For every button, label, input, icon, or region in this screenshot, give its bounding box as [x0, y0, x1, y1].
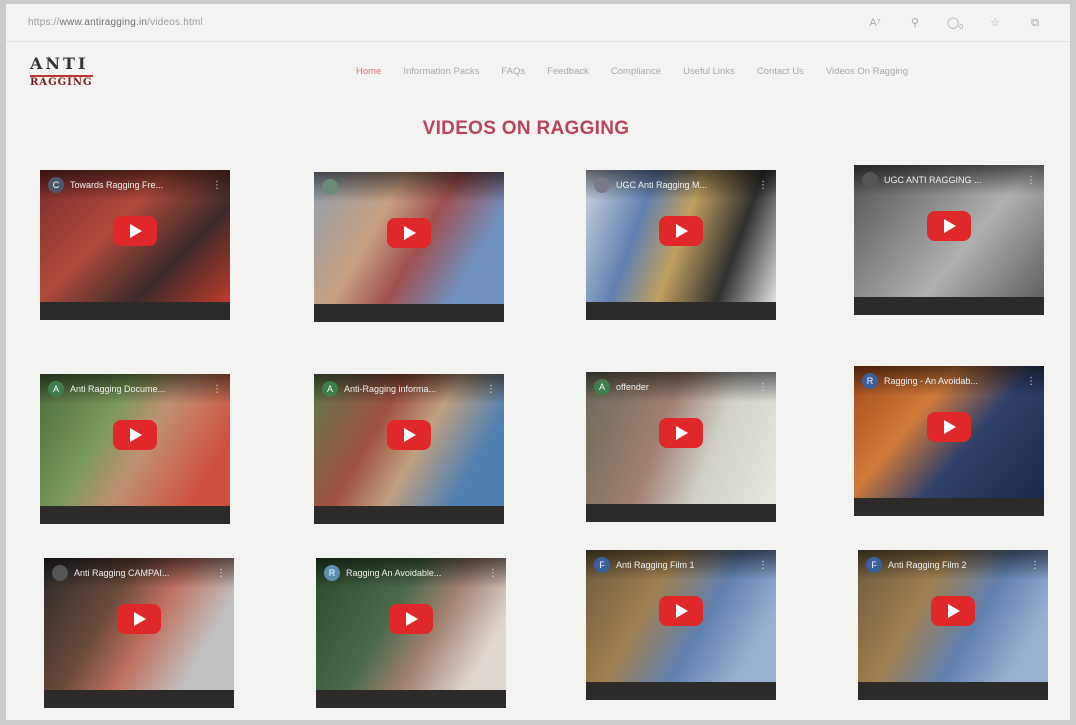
video-title[interactable]: Anti Ragging Film 1 [616, 560, 752, 570]
video-title[interactable]: Anti Ragging Docume... [70, 384, 206, 394]
more-options-icon[interactable]: ⋮ [1026, 376, 1036, 387]
channel-avatar[interactable] [594, 177, 610, 193]
video-title[interactable]: Ragging - An Avoidab... [884, 376, 1020, 386]
play-button-icon[interactable] [117, 604, 161, 634]
video-title[interactable]: UGC ANTI RAGGING ... [884, 175, 1020, 185]
video-title-bar: UGC Anti Ragging M... ⋮ [586, 170, 776, 200]
video-grid: C Towards Ragging Fre... ⋮ UGC Anti Ragg… [6, 4, 1070, 720]
more-options-icon[interactable]: ⋮ [758, 180, 768, 191]
more-options-icon[interactable]: ⋮ [1030, 560, 1040, 571]
video-title-bar: F Anti Ragging Film 1 ⋮ [586, 550, 776, 580]
video-card[interactable]: R Ragging An Avoidable... ⋮ [316, 558, 506, 708]
play-button-icon[interactable] [927, 412, 971, 442]
channel-avatar[interactable]: R [324, 565, 340, 581]
video-title[interactable]: UGC Anti Ragging M... [616, 180, 752, 190]
channel-avatar[interactable]: A [594, 379, 610, 395]
channel-avatar[interactable]: F [866, 557, 882, 573]
video-title-bar: F Anti Ragging Film 2 ⋮ [858, 550, 1048, 580]
video-title[interactable]: Towards Ragging Fre... [70, 180, 206, 190]
video-card[interactable]: UGC ANTI RAGGING ... ⋮ [854, 165, 1044, 315]
video-title[interactable]: Anti-Ragging informa... [344, 384, 480, 394]
video-card[interactable]: R Ragging - An Avoidab... ⋮ [854, 366, 1044, 516]
more-options-icon[interactable]: ⋮ [216, 568, 226, 579]
video-card[interactable]: A offender ⋮ [586, 372, 776, 522]
video-card[interactable]: C Towards Ragging Fre... ⋮ [40, 170, 230, 320]
video-title-bar: C Towards Ragging Fre... ⋮ [40, 170, 230, 200]
channel-avatar[interactable] [322, 179, 338, 195]
more-options-icon[interactable]: ⋮ [486, 384, 496, 395]
video-card[interactable]: F Anti Ragging Film 2 ⋮ [858, 550, 1048, 700]
video-title-bar: R Ragging An Avoidable... ⋮ [316, 558, 506, 588]
play-button-icon[interactable] [931, 596, 975, 626]
play-button-icon[interactable] [659, 216, 703, 246]
video-title-bar [314, 172, 504, 202]
video-card[interactable]: F Anti Ragging Film 1 ⋮ [586, 550, 776, 700]
video-card[interactable] [314, 172, 504, 322]
more-options-icon[interactable]: ⋮ [212, 180, 222, 191]
play-button-icon[interactable] [659, 418, 703, 448]
video-title-bar: A offender ⋮ [586, 372, 776, 402]
play-button-icon[interactable] [387, 218, 431, 248]
channel-avatar[interactable]: C [48, 177, 64, 193]
video-title[interactable]: Anti Ragging CAMPAI... [74, 568, 210, 578]
video-title[interactable]: Anti Ragging Film 2 [888, 560, 1024, 570]
video-card[interactable]: Anti Ragging CAMPAI... ⋮ [44, 558, 234, 708]
play-button-icon[interactable] [927, 211, 971, 241]
video-card[interactable]: A Anti-Ragging informa... ⋮ [314, 374, 504, 524]
channel-avatar[interactable] [52, 565, 68, 581]
video-title-bar: A Anti-Ragging informa... ⋮ [314, 374, 504, 404]
play-button-icon[interactable] [387, 420, 431, 450]
video-title-bar: UGC ANTI RAGGING ... ⋮ [854, 165, 1044, 195]
play-button-icon[interactable] [113, 420, 157, 450]
video-title[interactable]: offender [616, 382, 752, 392]
more-options-icon[interactable]: ⋮ [488, 568, 498, 579]
play-button-icon[interactable] [389, 604, 433, 634]
play-button-icon[interactable] [113, 216, 157, 246]
video-card[interactable]: UGC Anti Ragging M... ⋮ [586, 170, 776, 320]
browser-window: https://www.antiragging.in/videos.html A… [6, 4, 1070, 720]
more-options-icon[interactable]: ⋮ [758, 560, 768, 571]
video-title-bar: Anti Ragging CAMPAI... ⋮ [44, 558, 234, 588]
video-title[interactable]: Ragging An Avoidable... [346, 568, 482, 578]
channel-avatar[interactable]: F [594, 557, 610, 573]
more-options-icon[interactable]: ⋮ [212, 384, 222, 395]
channel-avatar[interactable]: A [48, 381, 64, 397]
more-options-icon[interactable]: ⋮ [758, 382, 768, 393]
video-title-bar: A Anti Ragging Docume... ⋮ [40, 374, 230, 404]
video-card[interactable]: A Anti Ragging Docume... ⋮ [40, 374, 230, 524]
video-title-bar: R Ragging - An Avoidab... ⋮ [854, 366, 1044, 396]
more-options-icon[interactable]: ⋮ [1026, 175, 1036, 186]
channel-avatar[interactable] [862, 172, 878, 188]
channel-avatar[interactable]: R [862, 373, 878, 389]
channel-avatar[interactable]: A [322, 381, 338, 397]
play-button-icon[interactable] [659, 596, 703, 626]
